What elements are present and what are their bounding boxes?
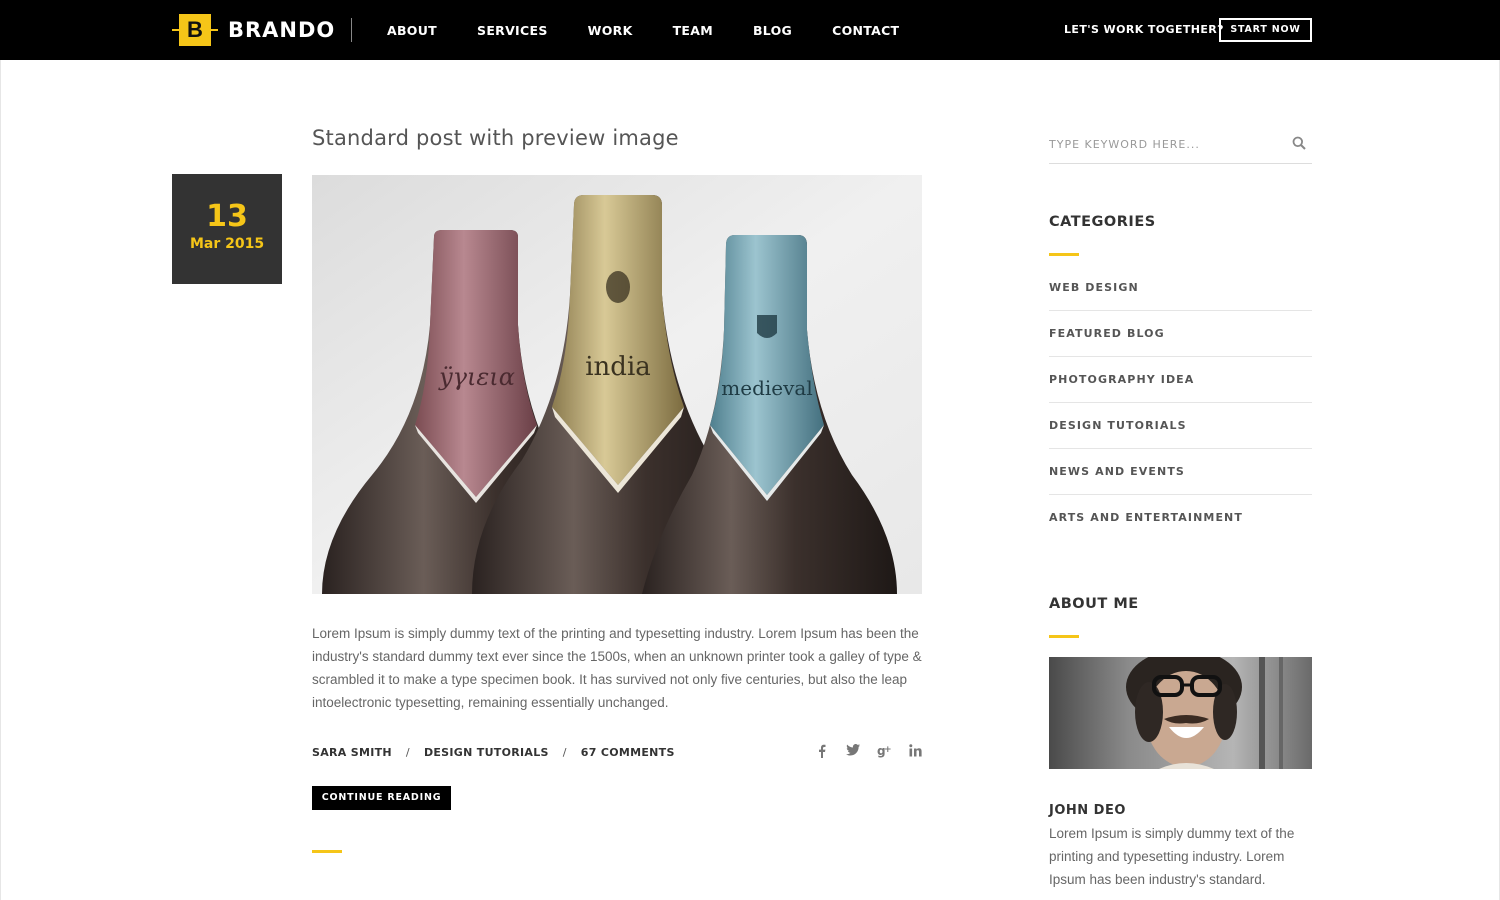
nav-item-team[interactable]: TEAM <box>673 23 713 38</box>
brand-logo-letter: B <box>179 14 211 46</box>
category-item-news-and-events[interactable]: NEWS AND EVENTS <box>1049 449 1312 495</box>
portrait-illustration <box>1049 657 1312 769</box>
brand-logo-mark: B <box>172 14 218 46</box>
google-plus-icon[interactable]: g + <box>877 744 892 760</box>
post-divider <box>312 850 342 853</box>
svg-text:+: + <box>884 745 892 755</box>
start-now-button[interactable]: START NOW <box>1219 18 1312 42</box>
nav-item-work[interactable]: WORK <box>588 23 633 38</box>
logo-divider <box>351 18 352 42</box>
post-title[interactable]: Standard post with preview image <box>312 126 679 150</box>
nav-item-about[interactable]: ABOUT <box>387 23 437 38</box>
categories-heading: CATEGORIES <box>1049 214 1156 230</box>
category-item-arts-and-entertainment[interactable]: ARTS AND ENTERTAINMENT <box>1049 495 1312 541</box>
search-input[interactable] <box>1049 132 1279 156</box>
post-date-day: 13 <box>206 199 248 234</box>
post-excerpt: Lorem Ipsum is simply dummy text of the … <box>312 626 922 710</box>
about-me-heading-accent <box>1049 635 1079 638</box>
post-date-badge: 13 Mar 2015 <box>172 174 282 284</box>
meta-separator: / <box>562 746 567 759</box>
sidebar-search <box>1049 128 1312 164</box>
post-date-month: Mar 2015 <box>189 236 265 252</box>
about-me-name: JOHN DEO <box>1049 803 1126 818</box>
search-icon[interactable] <box>1292 136 1308 152</box>
about-me-photo <box>1049 657 1312 769</box>
linkedin-icon[interactable] <box>908 744 922 760</box>
main-nav: ABOUT SERVICES WORK TEAM BLOG CONTACT <box>387 0 939 60</box>
meta-separator: / <box>405 746 410 759</box>
bottle-label-middle: india <box>585 352 651 382</box>
nav-item-blog[interactable]: BLOG <box>753 23 792 38</box>
post-category-link[interactable]: DESIGN TUTORIALS <box>424 746 549 759</box>
bottle-label-right: medieval <box>721 376 812 400</box>
beer-bottles-illustration: ÿγιεια india medieval <box>312 175 922 594</box>
category-item-featured-blog[interactable]: FEATURED BLOG <box>1049 311 1312 357</box>
about-me-text: Lorem Ipsum is simply dummy text of the … <box>1049 826 1295 887</box>
categories-heading-accent <box>1049 253 1079 256</box>
post-meta: SARA SMITH / DESIGN TUTORIALS / 67 COMME… <box>312 746 675 759</box>
brand-name: BRANDO <box>228 18 336 42</box>
page-frame-left <box>0 60 1 900</box>
top-navigation-bar: B BRANDO ABOUT SERVICES WORK TEAM BLOG C… <box>0 0 1500 60</box>
about-me-heading: ABOUT ME <box>1049 596 1139 612</box>
continue-reading-button[interactable]: CONTINUE READING <box>312 786 451 810</box>
post-author-link[interactable]: SARA SMITH <box>312 746 392 759</box>
nav-item-contact[interactable]: CONTACT <box>832 23 899 38</box>
share-icons: g + <box>815 744 939 760</box>
post-comments-link[interactable]: 67 COMMENTS <box>581 746 675 759</box>
post-preview-image[interactable]: ÿγιεια india medieval <box>312 175 922 594</box>
categories-list: WEB DESIGN FEATURED BLOG PHOTOGRAPHY IDE… <box>1049 265 1312 541</box>
bottle-label-left: ÿγιεια <box>438 363 515 391</box>
nav-item-services[interactable]: SERVICES <box>477 23 548 38</box>
category-item-photography-idea[interactable]: PHOTOGRAPHY IDEA <box>1049 357 1312 403</box>
category-item-design-tutorials[interactable]: DESIGN TUTORIALS <box>1049 403 1312 449</box>
facebook-icon[interactable] <box>815 744 829 760</box>
brand-logo[interactable]: B BRANDO <box>172 14 335 46</box>
category-item-web-design[interactable]: WEB DESIGN <box>1049 265 1312 311</box>
header-cta-text: LET'S WORK TOGETHER? <box>1064 23 1224 36</box>
twitter-icon[interactable] <box>846 744 860 760</box>
